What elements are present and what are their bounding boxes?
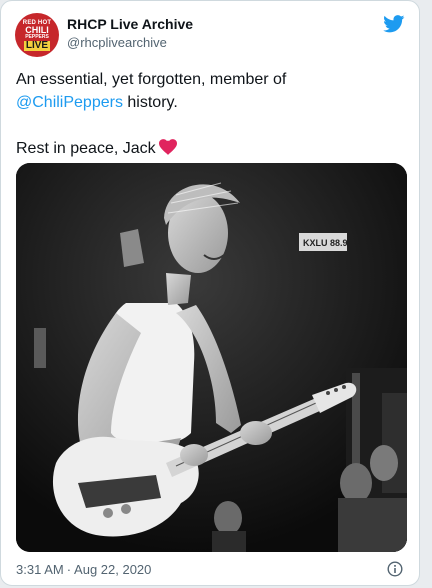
tweet-text-line: An essential, yet forgotten, member of (16, 71, 287, 88)
tweet-text-segment: history. (122, 94, 178, 111)
avatar[interactable]: RED HOT CHILI PEPPERS LIVE (15, 13, 59, 57)
author-names: RHCP Live Archive @rhcplivearchive (67, 16, 193, 50)
avatar-logo-text: PEPPERS (25, 33, 49, 40)
photo-sign-text: KXLU 88.9 (303, 238, 348, 248)
tweet-text-line: @ChiliPeppers history. (16, 91, 403, 114)
tweet-date[interactable]: Aug 22, 2020 (74, 562, 151, 577)
tweet-text-segment: Rest in peace, Jack (16, 140, 156, 157)
mention-link[interactable]: @ChiliPeppers (16, 94, 123, 111)
info-icon[interactable] (387, 561, 403, 577)
tweet-text: An essential, yet forgotten, member of @… (16, 68, 403, 160)
twitter-bird-icon[interactable] (383, 15, 405, 33)
author-handle[interactable]: @rhcplivearchive (67, 35, 193, 50)
tweet-header: RED HOT CHILI PEPPERS LIVE RHCP Live Arc… (15, 13, 405, 59)
avatar-logo-text: LIVE (23, 39, 51, 51)
author-display-name[interactable]: RHCP Live Archive (67, 16, 193, 32)
tweet-photo[interactable]: KXLU 88.9 (16, 163, 407, 552)
tweet-time[interactable]: 3:31 AM (16, 562, 64, 577)
tweet-footer: 3:31 AM · Aug 22, 2020 (16, 561, 403, 580)
time-separator: · (66, 562, 72, 577)
tweet-text-line: Rest in peace, Jack (16, 137, 403, 160)
photo-content: KXLU 88.9 (16, 163, 407, 552)
tweet-card[interactable]: RED HOT CHILI PEPPERS LIVE RHCP Live Arc… (0, 0, 420, 586)
heart-icon (158, 139, 177, 155)
